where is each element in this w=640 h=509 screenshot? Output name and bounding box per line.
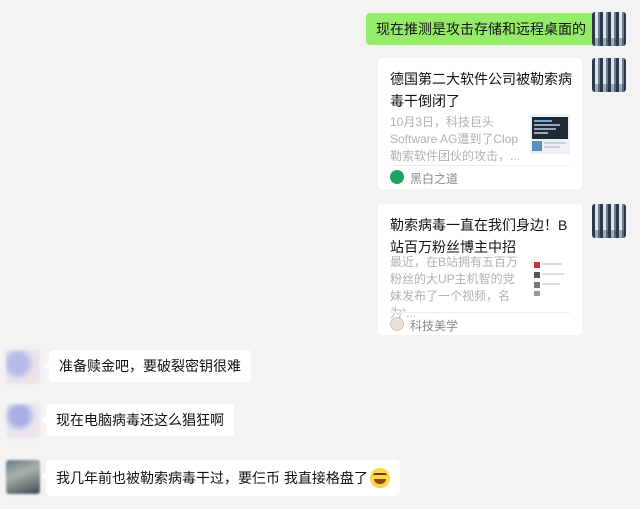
message-text: 准备赎金吧，要破裂密钥很难	[59, 358, 241, 374]
card-divider	[390, 312, 570, 313]
self-avatar[interactable]	[592, 12, 626, 46]
message-text: 我几年前也被勒索病毒干过，要仨币 我直接格盘了	[56, 470, 368, 486]
message-text: 现在推测是攻击存储和远程桌面的	[376, 21, 586, 37]
message-text: 现在电脑病毒还这么猖狂啊	[56, 412, 224, 428]
card-title: 勒索病毒一直在我们身边！B站百万粉丝博主中招	[390, 217, 568, 255]
link-card[interactable]: 勒索病毒一直在我们身边！B站百万粉丝博主中招 最近，在B站拥有五百万粉丝的大UP…	[378, 204, 582, 335]
message-bubble-other[interactable]: 准备赎金吧，要破裂密钥很难	[44, 350, 251, 382]
contact-avatar[interactable]	[6, 460, 40, 494]
screenshot-thumbnail-icon	[530, 114, 570, 154]
smiling-emoji-icon	[369, 468, 390, 488]
self-avatar[interactable]	[592, 204, 626, 238]
card-source: 科技美学	[410, 319, 459, 333]
message-bubble-other[interactable]: 我几年前也被勒索病毒干过，要仨币 我直接格盘了	[41, 460, 400, 496]
self-avatar[interactable]	[592, 58, 626, 92]
card-description: 10月3日，科技巨头Software AG遭到了Clop勒索软件团伙的攻击，..…	[390, 115, 521, 163]
link-card[interactable]: 德国第二大软件公司被勒索病毒干倒闭了 10月3日，科技巨头Software AG…	[378, 58, 582, 189]
message-bubble-self[interactable]: 现在推测是攻击存储和远程桌面的	[366, 13, 601, 45]
contact-avatar[interactable]	[6, 404, 40, 438]
card-source: 黑白之道	[410, 172, 459, 186]
contact-avatar[interactable]	[6, 350, 40, 384]
message-bubble-other[interactable]: 现在电脑病毒还这么猖狂啊	[41, 404, 234, 436]
card-title: 德国第二大软件公司被勒索病毒干倒闭了	[390, 71, 572, 109]
video-thumbnail-icon	[530, 258, 570, 298]
card-divider	[390, 165, 570, 166]
source-avatar-icon	[390, 317, 404, 331]
source-logo-icon	[390, 170, 404, 184]
